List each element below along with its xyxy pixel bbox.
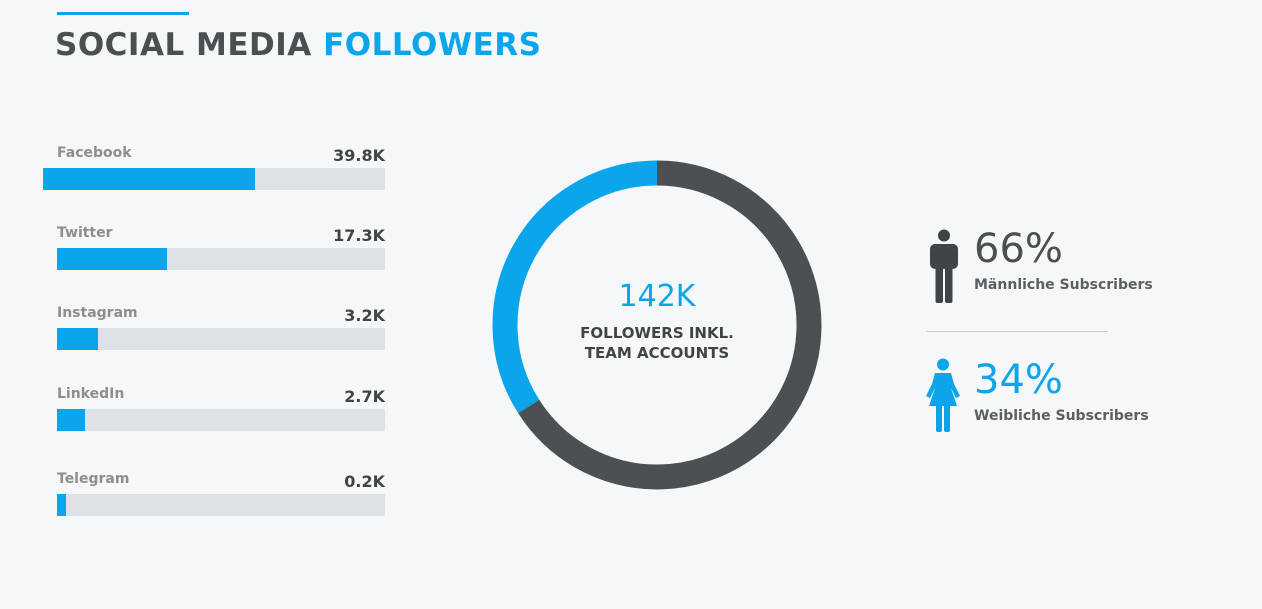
bar-value: 39.8K	[333, 146, 385, 165]
female-person-icon	[926, 358, 960, 432]
bar-fill	[57, 328, 98, 350]
bar-label: LinkedIn	[57, 386, 125, 402]
bar-label: Telegram	[57, 471, 130, 487]
bar-fill	[57, 409, 85, 431]
male-percent: 66%	[974, 226, 1063, 272]
bar-track	[43, 168, 385, 190]
bar-value: 3.2K	[344, 306, 385, 325]
donut-center: 142K FOLLOWERS INKL. TEAM ACCOUNTS	[557, 279, 757, 363]
bar-label: Twitter	[57, 225, 113, 241]
title-main: SOCIAL MEDIA	[55, 27, 312, 63]
donut-caption-line: FOLLOWERS INKL.	[580, 323, 734, 342]
bar-track	[57, 409, 385, 431]
page-title: SOCIAL MEDIA FOLLOWERS	[55, 27, 541, 63]
title-accent: FOLLOWERS	[323, 27, 542, 63]
donut-caption: FOLLOWERS INKL. TEAM ACCOUNTS	[557, 323, 757, 363]
bar-fill	[43, 168, 256, 190]
bar-label: Facebook	[57, 145, 132, 161]
bar-fill	[57, 248, 167, 270]
bar-fill	[57, 494, 67, 516]
female-label: Weibliche Subscribers	[974, 408, 1149, 424]
male-person-icon	[930, 229, 958, 303]
bar-value: 0.2K	[344, 472, 385, 491]
gender-divider	[926, 331, 1108, 332]
bar-value: 17.3K	[333, 226, 385, 245]
male-label: Männliche Subscribers	[974, 277, 1153, 293]
bar-value: 2.7K	[344, 387, 385, 406]
bar-track	[57, 248, 385, 270]
female-percent: 34%	[974, 357, 1063, 403]
title-accent-rule	[57, 12, 189, 15]
bar-label: Instagram	[57, 305, 138, 321]
donut-total: 142K	[618, 279, 696, 314]
donut-caption-line: TEAM ACCOUNTS	[584, 343, 730, 362]
bar-track	[57, 328, 385, 350]
bar-track	[57, 494, 385, 516]
